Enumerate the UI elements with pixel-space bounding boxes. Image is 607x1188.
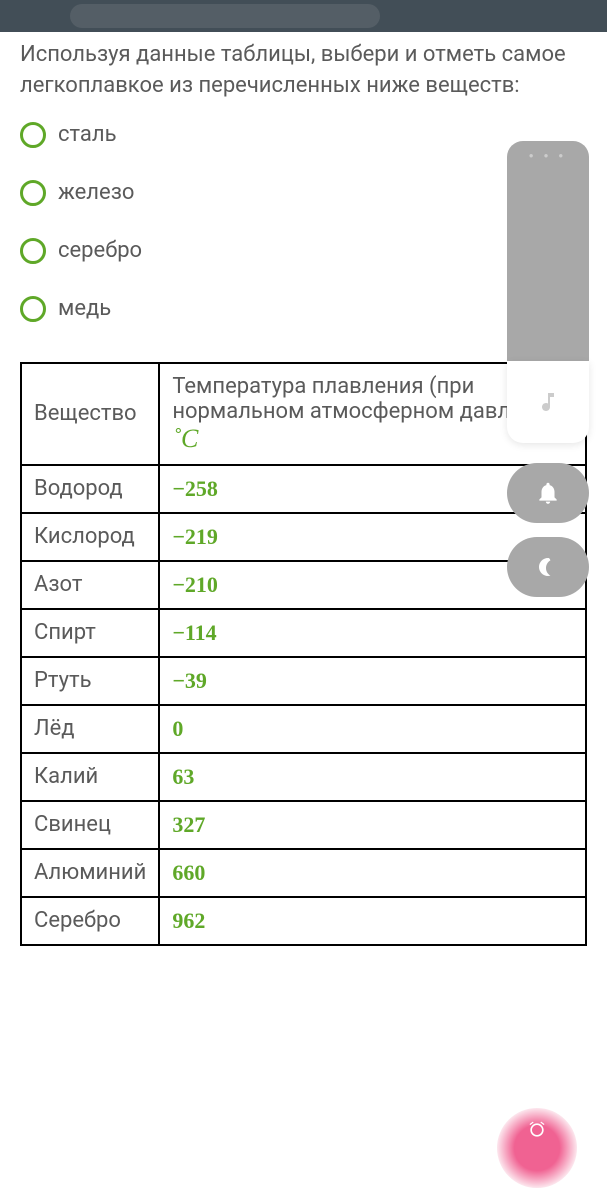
table-row: Кислород−219 — [21, 513, 586, 561]
table-row: Ртуть−39 — [21, 657, 586, 705]
substance-cell: Кислород — [21, 513, 159, 561]
moon-icon — [536, 555, 560, 579]
substance-cell: Ртуть — [21, 657, 159, 705]
app-header-bar — [0, 0, 607, 32]
table-row: Калий63 — [21, 753, 586, 801]
value-cell: 0 — [159, 705, 586, 753]
value-cell: 660 — [159, 849, 586, 897]
option-0[interactable]: сталь — [20, 122, 587, 148]
option-1[interactable]: железо — [20, 180, 587, 206]
table-row: Серебро962 — [21, 897, 586, 945]
option-label: сталь — [58, 122, 117, 147]
dots-icon: ● ● ● — [529, 151, 567, 361]
substance-cell: Свинец — [21, 801, 159, 849]
option-label: железо — [58, 180, 134, 205]
value-cell: 962 — [159, 897, 586, 945]
table-header-substance: Вещество — [21, 363, 159, 465]
music-note-icon — [536, 390, 560, 414]
radio-circle-icon — [20, 122, 46, 148]
option-label: медь — [58, 296, 111, 321]
substance-cell: Спирт — [21, 609, 159, 657]
melting-point-table: Вещество Температура плавления (при норм… — [20, 362, 587, 946]
question-text: Используя данные таблицы, выбери и отмет… — [20, 40, 587, 102]
notification-button[interactable] — [507, 463, 589, 523]
radio-circle-icon — [20, 238, 46, 264]
value-cell: −114 — [159, 609, 586, 657]
option-3[interactable]: медь — [20, 296, 587, 322]
value-cell: 63 — [159, 753, 586, 801]
table-row: Алюминий660 — [21, 849, 586, 897]
panel-dragger[interactable]: ● ● ● — [507, 141, 589, 361]
value-cell: 327 — [159, 801, 586, 849]
dark-mode-button[interactable] — [507, 537, 589, 597]
table-row: Водород−258 — [21, 465, 586, 513]
fab-button[interactable] — [497, 1108, 577, 1188]
table-row: Лёд0 — [21, 705, 586, 753]
substance-cell: Лёд — [21, 705, 159, 753]
search-pill[interactable] — [70, 4, 380, 28]
table-row: Свинец327 — [21, 801, 586, 849]
floating-side-panel: ● ● ● — [507, 141, 589, 597]
radio-circle-icon — [20, 180, 46, 206]
value-cell: −39 — [159, 657, 586, 705]
bell-icon — [535, 480, 561, 506]
substance-cell: Азот — [21, 561, 159, 609]
substance-cell: Серебро — [21, 897, 159, 945]
table-row: Азот−210 — [21, 561, 586, 609]
music-button[interactable] — [507, 361, 589, 443]
substance-cell: Водород — [21, 465, 159, 513]
option-label: серебро — [58, 238, 142, 263]
substance-cell: Алюминий — [21, 849, 159, 897]
radio-circle-icon — [20, 296, 46, 322]
alarm-icon — [527, 1120, 547, 1140]
table-row: Спирт−114 — [21, 609, 586, 657]
substance-cell: Калий — [21, 753, 159, 801]
option-2[interactable]: серебро — [20, 238, 587, 264]
options-group: сталь железо серебро медь — [20, 122, 587, 322]
